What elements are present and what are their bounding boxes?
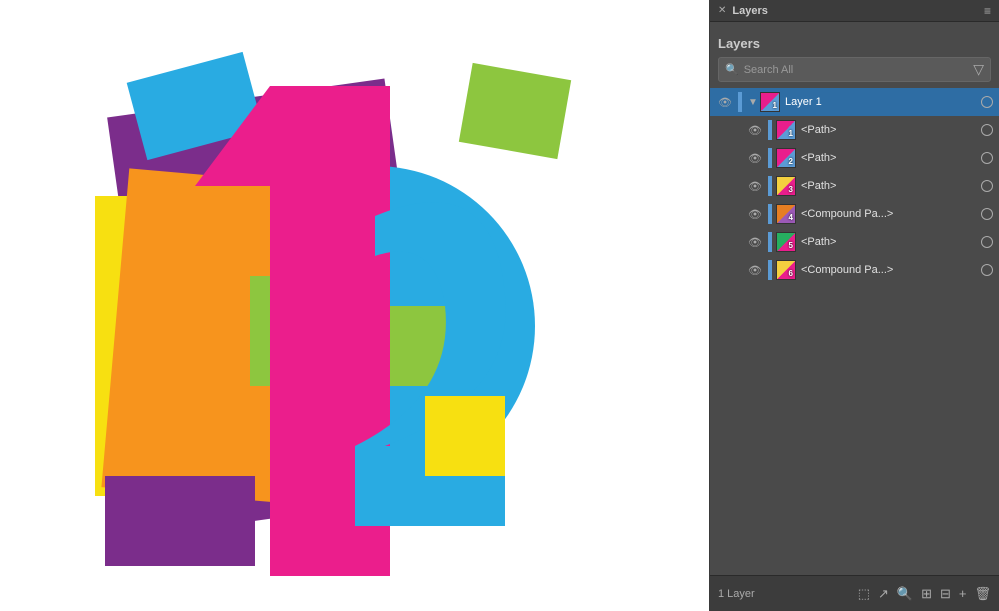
layer-visibility-compound1[interactable]: [981, 208, 993, 220]
layer-visibility-path3[interactable]: [981, 180, 993, 192]
layer-thumb-layer1: 1: [760, 92, 780, 112]
layer-thumb-compound2: 6: [776, 260, 796, 280]
layer-row-path3[interactable]: 👁 3 <Path>: [710, 172, 999, 200]
layer-row-path1[interactable]: 👁 1 <Path>: [710, 116, 999, 144]
new-sublayer-icon[interactable]: ⊟: [940, 586, 951, 602]
layer-row-layer1[interactable]: 👁 ▼ 1 Layer 1: [710, 88, 999, 116]
layer-name-path5: <Path>: [801, 236, 977, 248]
export-icon[interactable]: ↗: [878, 586, 889, 602]
eye-icon-compound2[interactable]: 👁: [746, 264, 764, 277]
eye-icon-compound1[interactable]: 👁: [746, 208, 764, 221]
layer-color-bar-path5: [768, 232, 772, 252]
filter-icon[interactable]: ▽: [973, 61, 984, 78]
layer-name-compound2: <Compound Pa...>: [801, 264, 977, 276]
layer-visibility-path2[interactable]: [981, 152, 993, 164]
layers-list: 👁 ▼ 1 Layer 1 👁 1 <Path> 👁 2 <Pat: [710, 88, 999, 575]
panel-header: Layers 🔍 ▽: [710, 22, 999, 88]
layer-color-bar-compound1: [768, 204, 772, 224]
make-layer-icon[interactable]: ⬚: [858, 586, 870, 602]
search-icon: 🔍: [725, 63, 739, 76]
layer-color-bar-layer1: [738, 92, 742, 112]
panel-titlebar: ✕ Layers ≡: [710, 0, 999, 22]
layer-name-layer1: Layer 1: [785, 96, 977, 108]
layer-row-compound1[interactable]: 👁 4 <Compound Pa...>: [710, 200, 999, 228]
layer-name-compound1: <Compound Pa...>: [801, 208, 977, 220]
layer-name-path2: <Path>: [801, 152, 977, 164]
layer-color-bar-path2: [768, 148, 772, 168]
canvas-area: [0, 0, 709, 611]
eye-icon-path5[interactable]: 👁: [746, 236, 764, 249]
layer-name-path3: <Path>: [801, 180, 977, 192]
search-bar: 🔍 ▽: [718, 57, 991, 82]
layer-visibility-path1[interactable]: [981, 124, 993, 136]
eye-icon-path1[interactable]: 👁: [746, 124, 764, 137]
eye-icon-layer1[interactable]: 👁: [716, 96, 734, 109]
layer-row-path2[interactable]: 👁 2 <Path>: [710, 144, 999, 172]
panel-menu-icon[interactable]: ≡: [984, 4, 991, 18]
panel-title-label: Layers: [732, 5, 767, 17]
panel-header-title: Layers: [718, 30, 991, 57]
new-layer-group-icon[interactable]: ⊞: [921, 586, 932, 602]
layer-row-path5[interactable]: 👁 5 <Path>: [710, 228, 999, 256]
layer-thumb-path2: 2: [776, 148, 796, 168]
layer-color-bar-compound2: [768, 260, 772, 280]
layer-thumb-compound1: 4: [776, 204, 796, 224]
layer-visibility-layer1[interactable]: [981, 96, 993, 108]
footer-icons: ⬚ ↗ 🔍 ⊞ ⊟ + 🗑: [858, 586, 991, 602]
layer-expand-layer1[interactable]: ▼: [746, 97, 760, 108]
find-layer-icon[interactable]: 🔍: [897, 586, 913, 602]
layer-row-compound2[interactable]: 👁 6 <Compound Pa...>: [710, 256, 999, 284]
layer-name-path1: <Path>: [801, 124, 977, 136]
layer-thumb-path3: 3: [776, 176, 796, 196]
layers-panel: ✕ Layers ≡ Layers 🔍 ▽ 👁 ▼ 1 Layer 1 👁: [709, 0, 999, 611]
panel-close-icon[interactable]: ✕: [718, 5, 726, 16]
layer-thumb-path1: 1: [776, 120, 796, 140]
layer-color-bar-path1: [768, 120, 772, 140]
eye-icon-path2[interactable]: 👁: [746, 152, 764, 165]
layer-visibility-path5[interactable]: [981, 236, 993, 248]
footer-layer-count: 1 Layer: [718, 588, 755, 600]
layer-thumb-path5: 5: [776, 232, 796, 252]
new-layer-icon[interactable]: +: [959, 586, 967, 601]
eye-icon-path3[interactable]: 👁: [746, 180, 764, 193]
delete-layer-icon[interactable]: 🗑: [974, 586, 991, 602]
search-input[interactable]: [744, 64, 970, 76]
layer-color-bar-path3: [768, 176, 772, 196]
panel-footer: 1 Layer ⬚ ↗ 🔍 ⊞ ⊟ + 🗑: [710, 575, 999, 611]
layer-visibility-compound2[interactable]: [981, 264, 993, 276]
